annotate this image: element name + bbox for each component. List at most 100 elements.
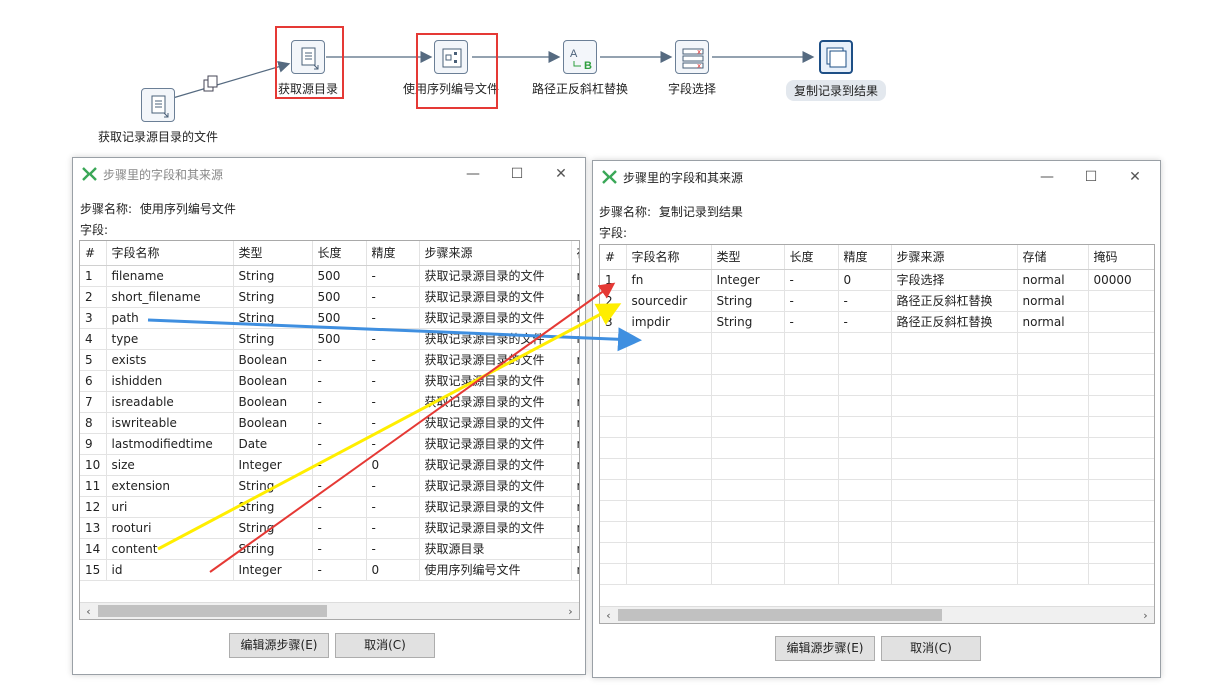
table-row[interactable]: 2 sourcedir String - - 路径正反斜杠替换 normal: [600, 290, 1154, 312]
table-cell: n: [571, 391, 579, 413]
table-cell: short_filename: [106, 286, 234, 308]
transformation-canvas: 获取记录源目录的文件 获取源目录 使用序列编号文件 AB 路径正反斜杠替换 xx…: [0, 0, 1210, 150]
table-row[interactable]: 13rooturiString--获取记录源目录的文件n: [80, 517, 579, 539]
scroll-right-icon[interactable]: ›: [562, 603, 579, 619]
dialog-titlebar[interactable]: 步骤里的字段和其来源 — ☐ ✕: [73, 158, 585, 190]
table-cell: 0: [366, 454, 420, 476]
table-cell: String: [233, 538, 313, 560]
table-cell: -: [312, 454, 367, 476]
table-row[interactable]: 1filenameString500-获取记录源目录的文件n: [80, 265, 579, 287]
step-get-source-dir-files[interactable]: 获取记录源目录的文件: [88, 88, 228, 145]
empty-row: [600, 542, 1154, 564]
file-input-icon: [141, 88, 175, 122]
table-row[interactable]: 5existsBoolean--获取记录源目录的文件n: [80, 349, 579, 371]
column-header[interactable]: 存储: [1017, 245, 1089, 270]
table-cell: String: [233, 328, 313, 350]
table-row[interactable]: 4typeString500-获取记录源目录的文件n: [80, 328, 579, 350]
maximize-button[interactable]: ☐: [1071, 165, 1111, 189]
table-row[interactable]: 1 fn Integer -0 字段选择 normal 00000: [600, 269, 1154, 291]
step-select-values[interactable]: xx 字段选择: [656, 40, 728, 97]
column-header[interactable]: 精度: [838, 245, 892, 270]
column-header[interactable]: 步骤来源: [419, 241, 572, 266]
table-cell: n: [571, 433, 579, 455]
scroll-right-icon[interactable]: ›: [1137, 607, 1154, 623]
column-header[interactable]: #: [600, 245, 627, 270]
scroll-left-icon[interactable]: ‹: [600, 607, 617, 623]
maximize-button[interactable]: ☐: [497, 162, 537, 186]
table-row[interactable]: 8iswriteableBoolean--获取记录源目录的文件n: [80, 412, 579, 434]
table-cell: n: [571, 412, 579, 434]
table-cell: 使用序列编号文件: [419, 559, 572, 581]
cancel-button[interactable]: 取消(C): [881, 636, 981, 661]
svg-text:x: x: [697, 48, 701, 56]
scroll-thumb[interactable]: [618, 609, 942, 621]
column-header[interactable]: 掩码: [1088, 245, 1154, 270]
close-button[interactable]: ✕: [1115, 165, 1155, 189]
table-cell: -: [366, 475, 420, 497]
fields-label: 字段:: [80, 223, 109, 237]
table-cell: 1: [600, 269, 627, 291]
table-cell: 7: [80, 391, 107, 413]
column-header[interactable]: 字段名称: [626, 245, 712, 270]
horizontal-scrollbar[interactable]: ‹ ›: [80, 602, 579, 619]
table-row[interactable]: 15idInteger-0使用序列编号文件n: [80, 559, 579, 581]
table-row[interactable]: 11extensionString--获取记录源目录的文件n: [80, 475, 579, 497]
table-cell: String: [233, 286, 313, 308]
fields-table[interactable]: # 字段名称 类型 长度 精度 步骤来源 存储 掩码 1 fn Integer -0 字段选择 norm…: [599, 244, 1155, 624]
table-row[interactable]: 14contentString--获取源目录n: [80, 538, 579, 560]
table-row[interactable]: 2short_filenameString500-获取记录源目录的文件n: [80, 286, 579, 308]
table-cell: 3: [80, 307, 107, 329]
fields-label: 字段:: [599, 226, 628, 240]
minimize-button[interactable]: —: [1027, 165, 1067, 189]
scroll-left-icon[interactable]: ‹: [80, 603, 97, 619]
dialog-titlebar[interactable]: 步骤里的字段和其来源 — ☐ ✕: [593, 161, 1160, 193]
column-header[interactable]: 类型: [711, 245, 785, 270]
table-cell: 0: [838, 269, 892, 291]
table-row[interactable]: 7isreadableBoolean--获取记录源目录的文件n: [80, 391, 579, 413]
column-header[interactable]: 字段名称: [106, 241, 234, 266]
column-header[interactable]: 长度: [312, 241, 367, 266]
table-row[interactable]: 12uriString--获取记录源目录的文件n: [80, 496, 579, 518]
table-cell: Boolean: [233, 349, 313, 371]
column-header[interactable]: 步骤来源: [891, 245, 1018, 270]
table-cell: -: [366, 391, 420, 413]
scroll-thumb[interactable]: [98, 605, 327, 617]
empty-row: [600, 374, 1154, 396]
table-row[interactable]: 10sizeInteger-0获取记录源目录的文件n: [80, 454, 579, 476]
table-cell: content: [106, 538, 234, 560]
column-header[interactable]: 精度: [366, 241, 420, 266]
table-cell: n: [571, 349, 579, 371]
table-cell: normal: [1017, 311, 1089, 333]
edit-source-step-button[interactable]: 编辑源步骤(E): [775, 636, 875, 661]
table-cell: exists: [106, 349, 234, 371]
table-cell: -: [312, 517, 367, 539]
table-cell: Integer: [233, 559, 313, 581]
cancel-button[interactable]: 取消(C): [335, 633, 435, 658]
step-label: 获取记录源目录的文件: [97, 130, 218, 144]
column-header[interactable]: #: [80, 241, 107, 266]
table-cell: size: [106, 454, 234, 476]
table-cell: rooturi: [106, 517, 234, 539]
table-cell: Integer: [233, 454, 313, 476]
step-copy-rows-to-result[interactable]: 复制记录到结果: [786, 40, 886, 101]
table-cell: -: [366, 328, 420, 350]
table-cell: normal: [1017, 290, 1089, 312]
column-header[interactable]: 长度: [784, 245, 839, 270]
column-header[interactable]: 存: [571, 241, 579, 266]
step-path-slash-replace[interactable]: AB 路径正反斜杠替换: [528, 40, 632, 97]
edit-source-step-button[interactable]: 编辑源步骤(E): [229, 633, 329, 658]
table-row[interactable]: 6ishiddenBoolean--获取记录源目录的文件n: [80, 370, 579, 392]
minimize-button[interactable]: —: [453, 162, 493, 186]
column-header[interactable]: 类型: [233, 241, 313, 266]
horizontal-scrollbar[interactable]: ‹ ›: [600, 606, 1154, 623]
fields-table[interactable]: #字段名称类型长度精度步骤来源存 1filenameString500-获取记录…: [79, 240, 580, 620]
table-row[interactable]: 3 impdir String - - 路径正反斜杠替换 normal: [600, 311, 1154, 333]
table-row[interactable]: 9lastmodifiedtimeDate--获取记录源目录的文件n: [80, 433, 579, 455]
table-cell: 获取记录源目录的文件: [419, 286, 572, 308]
close-button[interactable]: ✕: [541, 162, 581, 186]
dialog-title: 步骤里的字段和其来源: [623, 171, 744, 185]
table-row[interactable]: 3pathString500-获取记录源目录的文件n: [80, 307, 579, 329]
empty-row: [600, 458, 1154, 480]
table-cell: Boolean: [233, 412, 313, 434]
table-cell: 1: [80, 265, 107, 287]
